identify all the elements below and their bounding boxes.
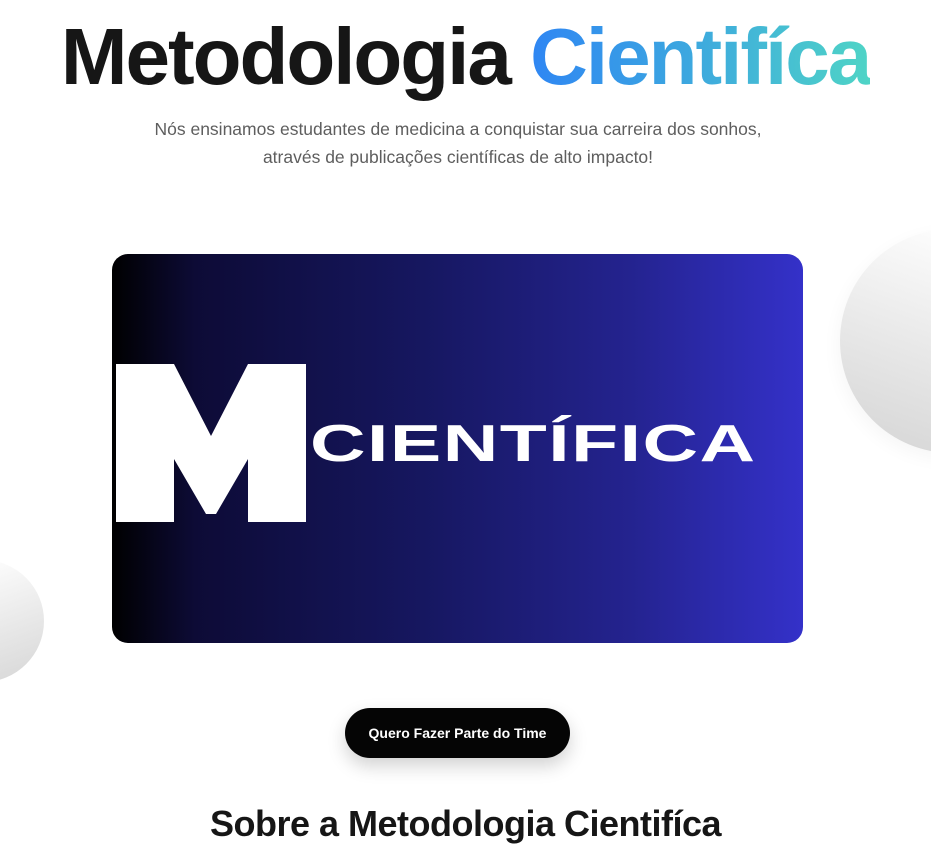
hero-subtitle: Nós ensinamos estudantes de medicina a c…: [100, 115, 816, 171]
logo-m-mark: [116, 364, 306, 522]
about-section-title: Sobre a Metodologia Cientifíca: [209, 803, 722, 844]
brand-banner-image: CIENTÍFICA: [112, 254, 803, 643]
join-team-button[interactable]: Quero Fazer Parte do Time: [345, 708, 570, 758]
hero-title-accent: Cientifíca: [530, 12, 872, 101]
hero-title-main: Metodologia: [60, 12, 512, 101]
decorative-circle: [0, 560, 44, 682]
hero-subtitle-line: através de publicações científicas de al…: [262, 147, 654, 167]
landing-page: Metodologia Cientifíca Nós ensinamos est…: [0, 0, 931, 849]
decorative-circle: [840, 229, 931, 453]
logo-wordmark: CIENTÍFICA: [310, 415, 757, 473]
hero-title: Metodologia Cientifíca: [0, 12, 931, 102]
hero-subtitle-line: Nós ensinamos estudantes de medicina a c…: [154, 119, 762, 139]
